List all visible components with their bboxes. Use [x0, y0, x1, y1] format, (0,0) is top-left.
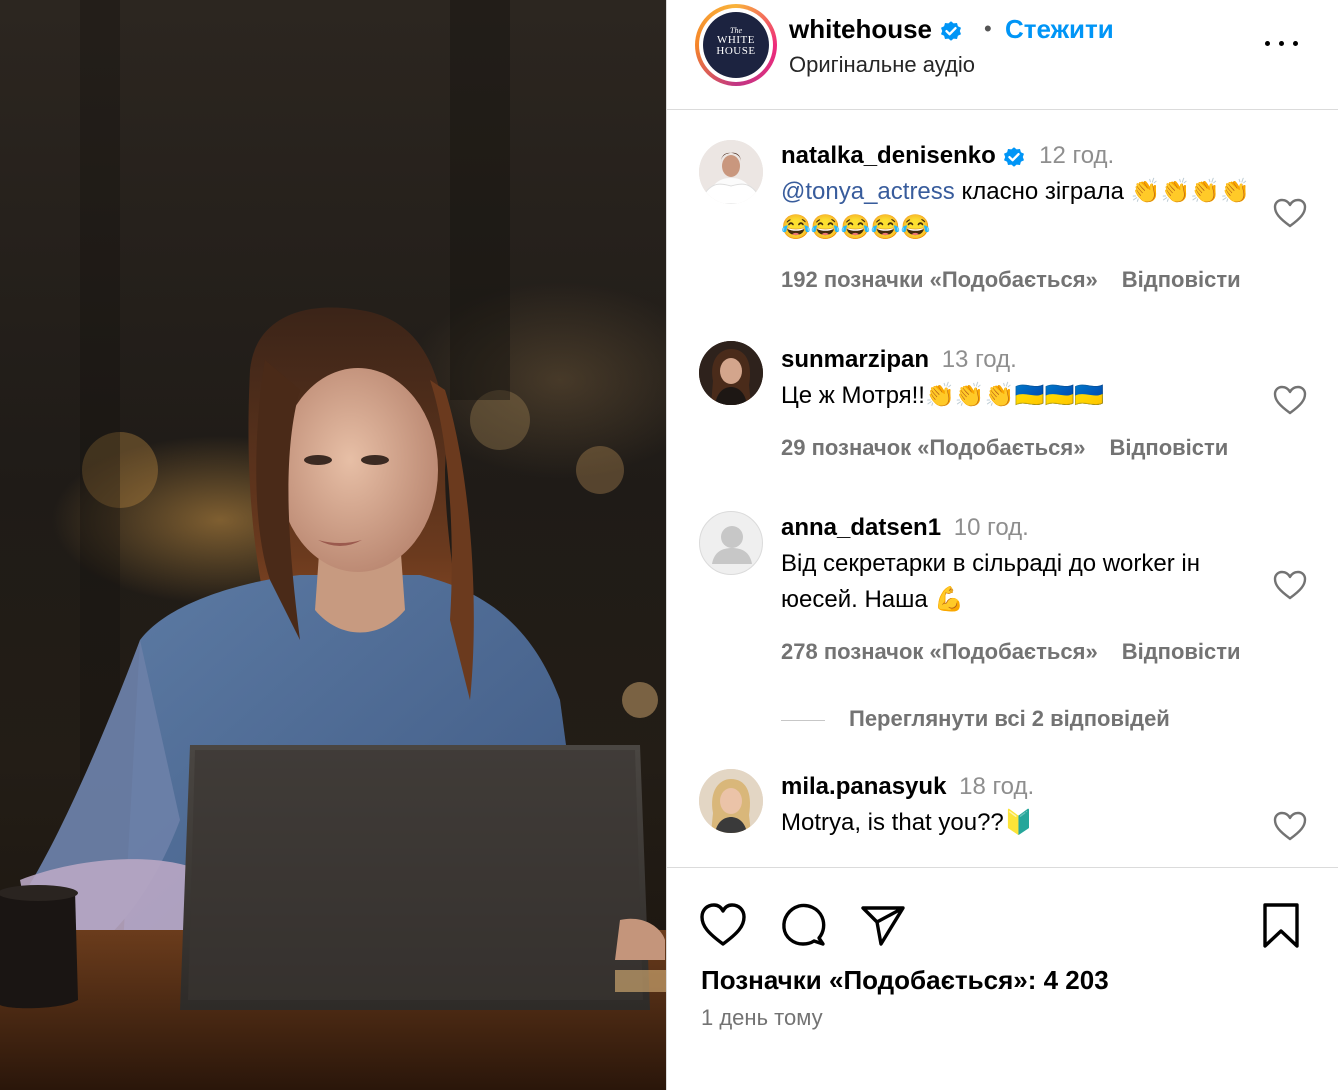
white-house-logo: The WHITE HOUSE	[703, 12, 769, 78]
comment-reply-button[interactable]: Відповісти	[1109, 435, 1228, 460]
post-likes-count[interactable]: Позначки «Подобається»: 4 203	[701, 965, 1109, 996]
comment-meta: 29 позначок «Подобається» Відповісти	[781, 435, 1228, 461]
comment-like-heart-icon[interactable]	[1273, 811, 1307, 841]
comment-likes-count[interactable]: 192 позначки «Подобається»	[781, 267, 1098, 292]
post-header: The WHITE HOUSE whitehouse • Стежити Ори…	[667, 0, 1338, 110]
post-panel: The WHITE HOUSE whitehouse • Стежити Ори…	[666, 0, 1338, 1090]
comment-username[interactable]: sunmarzipan	[781, 346, 929, 373]
comment-likes-count[interactable]: 29 позначок «Подобається»	[781, 435, 1085, 460]
original-audio-link[interactable]: Оригінальне аудіо	[789, 52, 975, 78]
post-media[interactable]	[0, 0, 666, 1090]
verified-badge-icon	[1004, 146, 1025, 167]
replies-divider-line	[781, 719, 825, 721]
comment-bubble-icon[interactable]	[779, 902, 827, 948]
comment-body: sunmarzipan 13 год. Це ж Мотря!!👏👏👏🇺🇦🇺🇦🇺…	[781, 342, 1251, 414]
comment-meta: 278 позначок «Подобається» Відповісти	[781, 639, 1241, 665]
post-footer: Позначки «Подобається»: 4 203 1 день том…	[667, 867, 1338, 1090]
commenter-avatar[interactable]	[699, 769, 763, 833]
author-username-text[interactable]: whitehouse	[789, 14, 932, 44]
comment-username[interactable]: natalka_denisenko	[781, 142, 996, 169]
comment-text: Від секретарки в сільраді до worker ін ю…	[781, 550, 1200, 613]
comment-body: anna_datsen1 10 год. Від секретарки в сі…	[781, 510, 1251, 618]
comment-text: Motrya, is that you??🔰	[781, 809, 1034, 836]
comment-username[interactable]: anna_datsen1	[781, 514, 941, 541]
logo-text-small: The	[730, 26, 742, 35]
author-username[interactable]: whitehouse	[789, 14, 963, 45]
commenter-avatar[interactable]	[699, 140, 763, 204]
like-heart-icon[interactable]	[699, 902, 747, 948]
comments-list[interactable]: natalka_denisenko 12 год. @tonya_actress…	[667, 111, 1338, 867]
header-separator: •	[984, 16, 992, 41]
comment-username[interactable]: mila.panasyuk	[781, 773, 946, 800]
verified-badge-icon	[941, 21, 962, 41]
comment-likes-count[interactable]: 278 позначок «Подобається»	[781, 639, 1098, 664]
comment-body: natalka_denisenko 12 год. @tonya_actress…	[781, 138, 1251, 246]
follow-button[interactable]: Стежити	[1005, 14, 1114, 45]
default-user-icon	[712, 526, 752, 564]
author-avatar[interactable]: The WHITE HOUSE	[695, 4, 777, 86]
view-replies-label[interactable]: Переглянути всі 2 відповідей	[849, 706, 1170, 731]
comment-time[interactable]: 10 год.	[954, 514, 1029, 541]
more-options-icon[interactable]	[1265, 38, 1299, 48]
comment-meta: 192 позначки «Подобається» Відповісти	[781, 267, 1241, 293]
comment-reply-button[interactable]: Відповісти	[1122, 639, 1241, 664]
post-video-frame	[0, 0, 666, 1090]
logo-text-line2: HOUSE	[716, 45, 756, 57]
comment-time[interactable]: 13 год.	[942, 346, 1017, 373]
commenter-avatar[interactable]	[699, 341, 763, 405]
comment-reply-button[interactable]: Відповісти	[1122, 267, 1241, 292]
comment-time[interactable]: 12 год.	[1039, 142, 1114, 169]
post-timestamp[interactable]: 1 день тому	[701, 1005, 823, 1031]
commenter-photo	[699, 769, 763, 833]
commenter-avatar-placeholder-icon[interactable]	[699, 511, 763, 575]
comment-mention[interactable]: @tonya_actress	[781, 178, 955, 205]
commenter-photo	[699, 341, 763, 405]
comment-body: mila.panasyuk 18 год. Motrya, is that yo…	[781, 769, 1251, 841]
share-send-icon[interactable]	[859, 902, 907, 948]
comment-text: Це ж Мотря!!👏👏👏🇺🇦🇺🇦🇺🇦	[781, 382, 1105, 409]
view-replies-button[interactable]: Переглянути всі 2 відповідей	[781, 706, 1170, 732]
save-bookmark-icon[interactable]	[1257, 902, 1305, 948]
commenter-photo	[699, 140, 763, 204]
comment-like-heart-icon[interactable]	[1273, 198, 1307, 228]
comment-time[interactable]: 18 год.	[959, 773, 1034, 800]
comment-like-heart-icon[interactable]	[1273, 385, 1307, 415]
comment-like-heart-icon[interactable]	[1273, 570, 1307, 600]
